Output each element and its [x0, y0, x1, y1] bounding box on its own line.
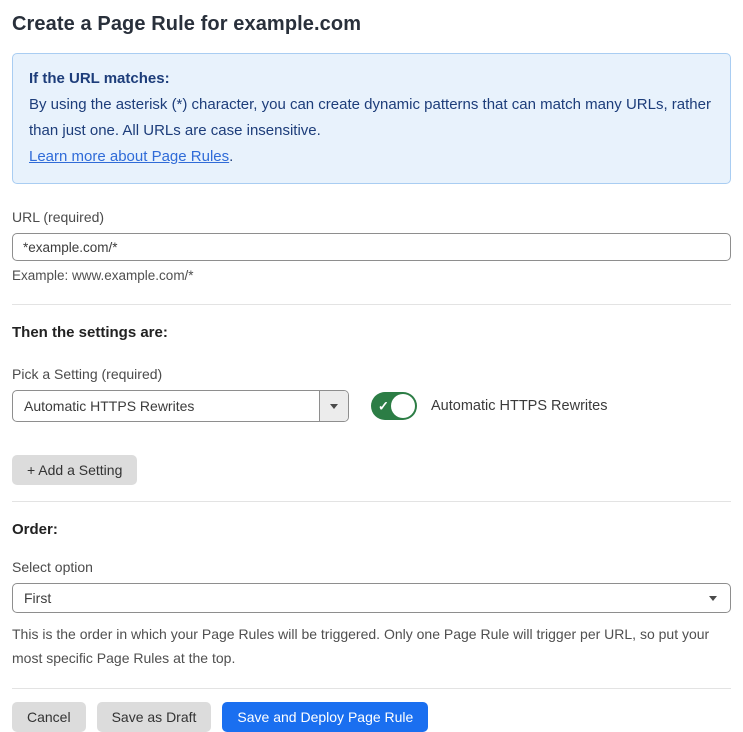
save-as-draft-button[interactable]: Save as Draft [96, 702, 212, 732]
pick-setting-label: Pick a Setting (required) [12, 366, 163, 382]
info-box-link-line: Learn more about Page Rules. [29, 144, 714, 170]
automatic-https-rewrites-toggle[interactable]: ✓ [371, 392, 417, 420]
create-page-rule-panel: Create a Page Rule for example.com If th… [0, 0, 743, 732]
setting-row: Automatic HTTPS Rewrites ✓ Automatic HTT… [12, 390, 731, 422]
caret-down-icon [330, 403, 338, 409]
url-field-label: URL (required) [12, 209, 105, 225]
add-setting-button[interactable]: + Add a Setting [12, 455, 138, 485]
setting-select[interactable]: Automatic HTTPS Rewrites [12, 390, 349, 422]
url-input[interactable] [12, 233, 731, 261]
order-section-heading: Order: [12, 521, 58, 538]
divider [12, 304, 731, 305]
order-select[interactable]: First [12, 583, 731, 613]
order-select-label: Select option [12, 559, 93, 575]
info-box-heading: If the URL matches: [29, 70, 170, 87]
info-box-body: By using the asterisk (*) character, you… [29, 96, 711, 139]
link-suffix: . [229, 148, 234, 165]
divider [12, 688, 731, 689]
check-icon: ✓ [378, 398, 389, 414]
url-example-helper: Example: www.example.com/* [12, 268, 194, 283]
settings-section-heading: Then the settings are: [12, 324, 168, 341]
toggle-knob [391, 394, 415, 418]
setting-select-value: Automatic HTTPS Rewrites [24, 398, 195, 414]
save-and-deploy-button[interactable]: Save and Deploy Page Rule [222, 702, 429, 732]
toggle-label: Automatic HTTPS Rewrites [431, 398, 608, 414]
url-matches-info-box: If the URL matches: By using the asteris… [12, 53, 731, 184]
page-title: Create a Page Rule for example.com [12, 13, 362, 35]
learn-more-link[interactable]: Learn more about Page Rules [29, 148, 229, 165]
order-helper-text: This is the order in which your Page Rul… [12, 626, 710, 666]
setting-select-caret-button[interactable] [319, 391, 348, 421]
caret-down-icon [709, 595, 717, 601]
footer-actions: Cancel Save as Draft Save and Deploy Pag… [12, 702, 731, 732]
cancel-button[interactable]: Cancel [12, 702, 86, 732]
order-select-value: First [24, 590, 52, 606]
divider [12, 501, 731, 502]
